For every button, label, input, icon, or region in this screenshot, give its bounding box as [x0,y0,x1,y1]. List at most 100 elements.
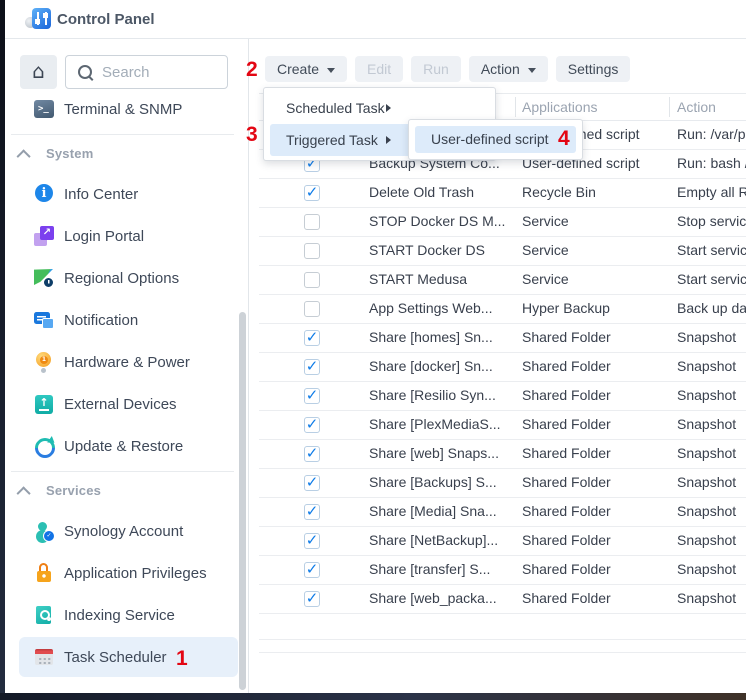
button-label: Run [423,61,449,77]
sidebar-item-label: Info Center [64,186,138,203]
checkbox-checked[interactable]: ✓ [304,504,320,520]
button-label: Create [277,61,319,77]
task-name: START Docker DS [369,242,485,258]
search-input[interactable] [100,63,227,82]
sidebar-section-services[interactable]: Services [19,478,248,502]
sidebar-section-system[interactable]: System [19,141,248,165]
task-name: Delete Old Trash [369,184,474,200]
checkbox-checked[interactable]: ✓ [304,359,320,375]
task-name: Share [docker] Sn... [369,358,493,374]
sidebar-item-notification[interactable]: Notification [19,300,238,340]
sidebar-item-login-portal[interactable]: Login Portal [19,216,238,256]
sidebar-item-external-devices[interactable]: External Devices [19,384,238,424]
task-application: Shared Folder [522,561,611,577]
info-center-icon [33,183,55,205]
task-table: Applications Action ✓ User-defined script… [259,93,746,653]
checkbox-unchecked[interactable] [304,301,320,317]
hardware-power-icon [33,351,55,373]
checkbox-checked[interactable]: ✓ [304,562,320,578]
sidebar-item-hardware-power[interactable]: Hardware & Power [19,342,238,382]
annotation-2: 2 [246,59,258,81]
annotation-3: 3 [246,124,258,146]
task-action: Snapshot [677,532,736,548]
table-row[interactable]: ✓Share [docker] Sn...Shared FolderSnapsh… [259,353,746,382]
table-row[interactable]: START Docker DSServiceStart servic [259,237,746,266]
table-row[interactable]: START MedusaServiceStart servic [259,266,746,295]
sidebar-search-row: ⌂ [5,39,248,89]
table-row[interactable]: ✓Delete Old TrashRecycle BinEmpty all R [259,179,746,208]
task-application: Service [522,242,569,258]
task-name: App Settings Web... [369,300,492,316]
column-header-action[interactable]: Action [677,99,716,115]
checkbox-checked[interactable]: ✓ [304,591,320,607]
sidebar-item-synology-account[interactable]: Synology Account [19,511,238,551]
sidebar-item-indexing-service[interactable]: Indexing Service [19,595,238,635]
column-separator [669,97,670,117]
sidebar-item-task-scheduler[interactable]: Task Scheduler [19,637,238,677]
menu-item-label: Triggered Task [286,132,378,148]
task-action: Start servic [677,271,746,287]
checkbox-unchecked[interactable] [304,243,320,259]
sidebar-scrollbar-thumb[interactable] [239,312,246,690]
action-button[interactable]: Action [469,56,548,82]
table-row[interactable]: ✓Share [web_packa...Shared FolderSnapsho… [259,585,746,614]
submenu-arrow-icon [386,136,391,144]
sidebar-item-update-restore[interactable]: Update & Restore [19,426,238,466]
sidebar-section-label: Services [46,483,101,498]
sidebar: ⌂ Terminal & SNMP System Info Center Login … [5,39,249,693]
table-row[interactable]: STOP Docker DS M...ServiceStop servic [259,208,746,237]
indexing-service-icon [33,604,55,626]
table-empty-row [259,614,746,640]
checkbox-checked[interactable]: ✓ [304,330,320,346]
table-row[interactable]: ✓Share [transfer] S...Shared FolderSnaps… [259,556,746,585]
search-box[interactable] [65,55,228,89]
sidebar-item-info-center[interactable]: Info Center [19,174,238,214]
column-header-applications[interactable]: Applications [522,99,598,115]
edit-button: Edit [355,56,403,82]
control-panel-icon [25,7,51,31]
sidebar-item-regional-options[interactable]: Regional Options [19,258,238,298]
window-title: Control Panel [57,11,155,28]
task-action: Snapshot [677,561,736,577]
table-row[interactable]: App Settings Web...Hyper BackupBack up d… [259,295,746,324]
run-button: Run [411,56,461,82]
desktop-edge-left [0,0,5,700]
table-row[interactable]: ✓Share [PlexMediaS...Shared FolderSnapsh… [259,411,746,440]
checkbox-checked[interactable]: ✓ [304,533,320,549]
table-row[interactable]: ✓Share [NetBackup]...Shared FolderSnapsh… [259,527,746,556]
create-button[interactable]: Create [265,56,347,82]
task-name: Share [NetBackup]... [369,532,498,548]
checkbox-unchecked[interactable] [304,214,320,230]
task-action: Snapshot [677,590,736,606]
checkbox-checked[interactable]: ✓ [304,185,320,201]
sidebar-item-terminal-snmp[interactable]: Terminal & SNMP [19,89,238,129]
checkbox-checked[interactable]: ✓ [304,475,320,491]
table-row[interactable]: ✓Share [Media] Sna...Shared FolderSnapsh… [259,498,746,527]
task-name: Share [homes] Sn... [369,329,493,345]
sidebar-item-label: Synology Account [64,523,183,540]
task-action: Empty all R [677,184,746,200]
sidebar-item-label: Application Privileges [64,565,207,582]
table-row[interactable]: ✓Share [Backups] S...Shared FolderSnapsh… [259,469,746,498]
sidebar-item-application-privileges[interactable]: Application Privileges [19,553,238,593]
table-row[interactable]: ✓Share [Resilio Syn...Shared FolderSnaps… [259,382,746,411]
checkbox-unchecked[interactable] [304,272,320,288]
annotation-4: 4 [558,128,570,150]
settings-button[interactable]: Settings [556,56,631,82]
task-table-body: ✓User-defined scriptRun: /var/p✓Backup S… [259,121,746,614]
window-titlebar: Control Panel [5,0,746,39]
home-button[interactable]: ⌂ [20,55,57,89]
task-action: Run: /var/p [677,126,745,142]
task-application: Shared Folder [522,416,611,432]
checkbox-checked[interactable]: ✓ [304,446,320,462]
table-row[interactable]: ✓Share [homes] Sn...Shared FolderSnapsho… [259,324,746,353]
checkbox-checked[interactable]: ✓ [304,417,320,433]
checkbox-checked[interactable]: ✓ [304,388,320,404]
table-row[interactable]: ✓Share [web] Snaps...Shared FolderSnapsh… [259,440,746,469]
task-application: Service [522,213,569,229]
task-application: Shared Folder [522,474,611,490]
task-name: Share [web_packa... [369,590,497,606]
sidebar-item-label: Notification [64,312,138,329]
menu-item-user-defined-script[interactable]: User-defined script [415,126,576,153]
task-action: Snapshot [677,474,736,490]
